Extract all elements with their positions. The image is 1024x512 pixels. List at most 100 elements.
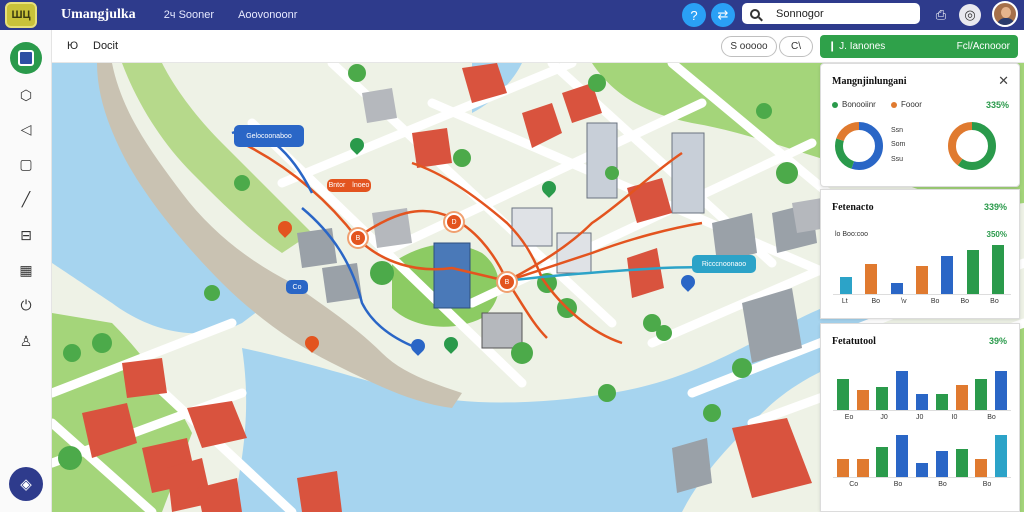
route-node-3[interactable]: B (498, 273, 516, 291)
performance-a-bar-1 (836, 379, 849, 410)
performance-a-tick-2: J0 (880, 414, 888, 421)
map-label-2[interactable]: Bntor lnoeo (327, 179, 371, 192)
performance-b-bar-2 (856, 459, 869, 477)
performance-a-bar-5 (916, 393, 928, 410)
metrics-bar-3 (890, 282, 903, 294)
app-logo-text: ШЦ (11, 9, 31, 21)
metrics-bar-4 (916, 265, 928, 294)
performance-a-bar-4 (896, 371, 909, 410)
performance-a-bar-9 (995, 371, 1008, 410)
metrics-ticks: Lt Bo \v Bo Bo Bo (833, 298, 1011, 308)
user-avatar[interactable] (992, 1, 1018, 27)
performance-percent: 39% (988, 336, 1007, 346)
minus-box-icon[interactable]: ⊟ (17, 226, 35, 244)
search-icon (750, 8, 760, 19)
metrics-bar-1 (839, 276, 852, 294)
metrics-tick-5: Bo (960, 298, 970, 305)
breadcrumb-root[interactable]: Ю (67, 40, 78, 52)
print-icon[interactable]: ⎙ (930, 4, 952, 26)
metrics-tick-1: Lt (841, 298, 848, 305)
app-window: ШЦ Umangjulka 2ч Sooner Aoovonoonr ? ⇄ ⎙… (0, 0, 1024, 512)
help-icon[interactable]: ? (682, 3, 706, 27)
breadcrumb-title: Docit (93, 40, 119, 52)
performance-b-bar-7 (955, 449, 968, 477)
metrics-card: Fetenacto 339% lo Boo:coo 350% Lt Bo \v Bo B… (820, 189, 1020, 319)
donut-chart-1 (835, 122, 883, 170)
chat-icon[interactable]: ▢ (17, 155, 35, 173)
performance-b-bar-9 (995, 435, 1008, 477)
donut-label-2: Som (891, 141, 906, 148)
navigation-icon[interactable]: ◁ (17, 120, 35, 138)
performance-a-bar-8 (975, 379, 988, 410)
metrics-bar-5 (941, 256, 954, 294)
top-bar: ШЦ Umangjulka 2ч Sooner Aoovonoonr ? ⇄ ⎙… (0, 0, 1024, 30)
toolbar-button-1[interactable]: S ooooo (721, 36, 777, 57)
primary-action-left-label: ❙ J. Ianones (828, 41, 886, 52)
metrics-tick-2: Bo (871, 298, 881, 305)
power-icon[interactable]: ⏻ (17, 296, 35, 314)
performance-card: Fetatutool 39% Eo J0 J0 I0 Bo Co Bo Bo Bo (820, 323, 1020, 512)
close-icon[interactable]: ✕ (998, 73, 1009, 89)
performance-b-tick-1: Co (849, 481, 859, 488)
sidebar-item-dashboard[interactable] (10, 42, 42, 74)
metrics-sub-label: lo Boo:coo (835, 231, 869, 238)
metrics-bar-chart (833, 242, 1011, 295)
calendar-icon[interactable]: ▦ (17, 261, 35, 279)
toolbar-button-2[interactable]: C\ (779, 36, 813, 57)
primary-action-right-label: Fcl/Acnooor (956, 41, 1010, 52)
map-label-3[interactable]: Ricccnoonaoo (692, 255, 756, 273)
search-box[interactable] (742, 3, 920, 24)
donut-chart-2 (948, 122, 996, 170)
performance-title: Fetatutool (832, 336, 876, 347)
performance-ticks-b: Co Bo Bo Bo (833, 481, 1011, 491)
route-node-1[interactable]: B (349, 229, 367, 247)
summary-title: Mangnjinlungani (832, 76, 907, 87)
performance-a-tick-4: I0 (951, 414, 958, 421)
map-label-4[interactable]: Co (286, 280, 308, 294)
route-icon[interactable]: ◈ (9, 467, 43, 501)
performance-ticks-a: Eo J0 J0 I0 Bo (833, 414, 1011, 424)
performance-a-bar-2 (856, 389, 869, 410)
legend-dot-2 (891, 101, 897, 108)
performance-b-bar-8 (975, 459, 988, 477)
user-icon[interactable]: ♙ (17, 332, 35, 350)
edit-icon[interactable]: ╱ (17, 190, 35, 208)
sidebar: ⬡ ◁ ▢ ╱ ⊟ ▦ ⏻ ♙ ◈ (0, 30, 52, 512)
performance-a-tick-5: Bo (987, 414, 996, 421)
summary-percent: 335% (985, 100, 1009, 110)
performance-b-bar-6 (935, 451, 948, 477)
performance-b-bar-5 (916, 463, 928, 477)
app-title: Umangjulka (61, 7, 136, 22)
metrics-tick-4: Bo (930, 298, 940, 305)
globe-icon[interactable]: ◎ (959, 4, 981, 26)
route-node-2[interactable]: D (445, 213, 463, 231)
performance-b-tick-2: Bo (893, 481, 903, 488)
share-icon[interactable]: ⇄ (711, 3, 735, 27)
performance-a-bar-3 (876, 387, 889, 410)
nav-item-2[interactable]: Aoovonoonr (238, 9, 297, 21)
performance-a-tick-3: J0 (916, 414, 924, 421)
nav-item-1[interactable]: 2ч Sooner (164, 9, 214, 21)
metrics-bar-2 (865, 263, 878, 294)
performance-b-bar-4 (896, 435, 909, 477)
dashboard-icon (18, 50, 34, 66)
layers-icon[interactable]: ⬡ (17, 86, 35, 104)
toolbar: Ю Docit S ooooo C\ ❙ J. Ianones Fcl/Acno… (52, 30, 1024, 63)
performance-bar-chart-b (833, 432, 1011, 478)
search-input[interactable] (776, 7, 896, 20)
primary-action-button[interactable]: ❙ J. Ianones Fcl/Acnooor (820, 35, 1018, 58)
performance-b-bar-1 (836, 459, 849, 477)
performance-a-bar-6 (935, 393, 948, 410)
performance-b-tick-4: Bo (982, 481, 992, 488)
performance-b-bar-3 (876, 447, 889, 477)
app-logo[interactable]: ШЦ (5, 2, 37, 28)
map-label-1[interactable]: Gelocoonaboo (234, 125, 304, 147)
metrics-bar-6 (966, 249, 979, 294)
legend-label-1: Bonooiinr (842, 100, 876, 109)
metrics-title: Fetenacto (832, 202, 874, 213)
metrics-bar-7 (992, 244, 1005, 294)
legend-label-2: Fooor (901, 100, 922, 109)
donut-label-1: Ssn (891, 127, 904, 134)
summary-card: Mangnjinlungani ✕ Bonooiinr Fooor 335% S… (820, 63, 1020, 187)
legend-dot-1 (832, 101, 838, 108)
